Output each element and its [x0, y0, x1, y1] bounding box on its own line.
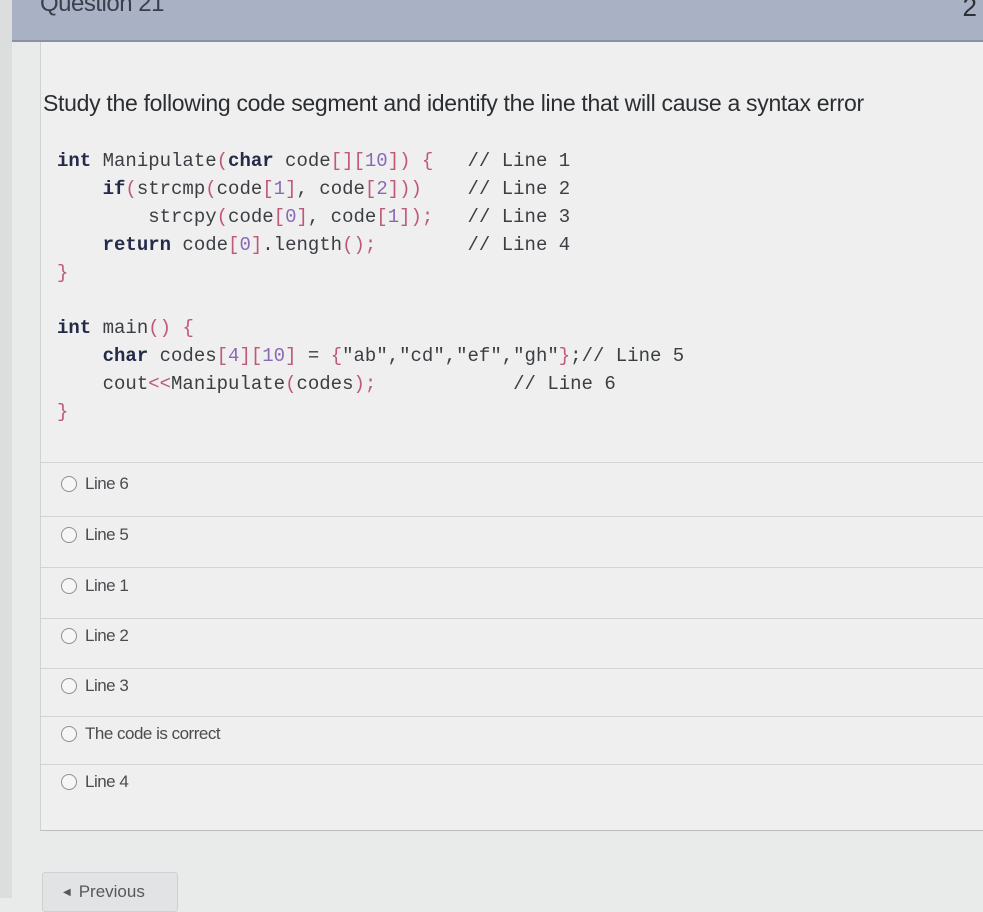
option-label: Line 3	[85, 676, 129, 695]
page-edge	[0, 0, 12, 898]
question-points: 2	[962, 0, 977, 22]
previous-label: Previous	[78, 882, 145, 901]
radio-button[interactable]	[61, 476, 77, 492]
divider	[41, 516, 983, 517]
option-code-correct[interactable]: The code is correct	[61, 719, 221, 749]
question-header: Question 21 2	[12, 0, 983, 42]
divider	[41, 567, 983, 568]
divider	[41, 716, 983, 717]
option-label: Line 4	[85, 772, 129, 791]
question-card: Study the following code segment and ide…	[40, 42, 983, 831]
code-block: int Manipulate(char code[][10]) { // Lin…	[57, 150, 571, 284]
radio-button[interactable]	[61, 628, 77, 644]
code-line-1: int Manipulate(char code[][10]) { // Lin…	[57, 150, 571, 172]
radio-button[interactable]	[61, 774, 77, 790]
radio-button[interactable]	[61, 578, 77, 594]
divider	[41, 618, 983, 619]
option-line-4[interactable]: Line 4	[61, 767, 129, 797]
code-line-5: char codes[4][10] = {"ab","cd","ef","gh"…	[102, 345, 685, 367]
option-line-3[interactable]: Line 3	[61, 671, 129, 701]
code-line-3: strcpy(code[0], code[1]); // Line 3	[57, 206, 571, 228]
code-line-main: int main() {	[57, 317, 194, 339]
option-line-5[interactable]: Line 5	[61, 520, 129, 550]
radio-button[interactable]	[61, 678, 77, 694]
option-label: Line 2	[85, 626, 129, 645]
previous-button[interactable]: ◀ Previous	[42, 872, 178, 912]
divider	[41, 462, 983, 463]
option-label: Line 5	[85, 525, 129, 544]
option-line-2[interactable]: Line 2	[61, 621, 129, 651]
question-title: Question 21	[40, 0, 164, 17]
option-label: The code is correct	[85, 724, 221, 743]
option-line-6[interactable]: Line 6	[61, 469, 129, 499]
option-label: Line 1	[85, 576, 129, 595]
radio-button[interactable]	[61, 726, 77, 742]
option-line-1[interactable]: Line 1	[61, 571, 129, 601]
divider	[41, 668, 983, 669]
triangle-left-icon: ◀	[63, 886, 71, 898]
radio-button[interactable]	[61, 527, 77, 543]
option-label: Line 6	[85, 474, 129, 493]
divider	[41, 764, 983, 765]
code-line-2: if(strcmp(code[1], code[2])) // Line 2	[102, 178, 571, 200]
question-prompt: Study the following code segment and ide…	[43, 90, 864, 116]
code-block-main: int main() { char codes[4][10] = {"ab","…	[57, 317, 685, 423]
code-line-4: return code[0].length(); // Line 4	[102, 234, 571, 256]
code-line-6: cout<<Manipulate(codes); // Line 6	[57, 373, 616, 395]
